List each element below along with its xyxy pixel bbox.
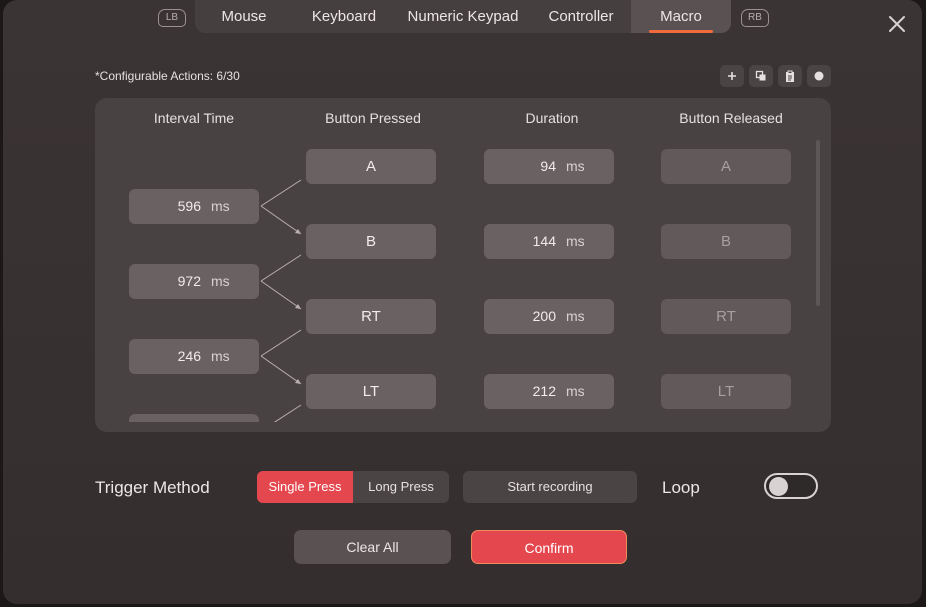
column-header-interval: Interval Time: [153, 110, 235, 126]
duration-value: 200: [532, 308, 556, 324]
loop-toggle[interactable]: [764, 473, 818, 499]
trigger-method-label: Trigger Method: [95, 478, 210, 497]
interval-cell[interactable]: [129, 414, 259, 422]
pressed-cell[interactable]: B: [306, 224, 436, 259]
interval-unit: ms: [211, 348, 230, 364]
interval-unit: ms: [211, 273, 230, 289]
clear-all-button[interactable]: Clear All: [294, 530, 451, 564]
duration-unit: ms: [566, 308, 585, 324]
start-recording-button[interactable]: Start recording: [463, 471, 637, 503]
macro-rows: A 94 ms A 596 ms B 144 ms B 972 ms RT 20…: [95, 140, 815, 422]
released-cell[interactable]: LT: [661, 374, 791, 409]
duration-cell[interactable]: 200 ms: [484, 299, 614, 334]
tab-mouse[interactable]: Mouse: [201, 0, 287, 33]
duration-cell[interactable]: 144 ms: [484, 224, 614, 259]
tab-numeric-keypad[interactable]: Numeric Keypad: [399, 0, 527, 33]
long-press-option[interactable]: Long Press: [353, 471, 449, 503]
paste-icon: [786, 70, 794, 82]
record-button[interactable]: [807, 65, 831, 87]
interval-cell[interactable]: 246 ms: [129, 339, 259, 374]
single-press-option[interactable]: Single Press: [257, 471, 353, 503]
rb-bumper-icon[interactable]: RB: [741, 9, 769, 27]
interval-value: 972: [177, 273, 201, 289]
duration-value: 144: [532, 233, 556, 249]
paste-action-button[interactable]: [778, 65, 802, 87]
interval-cell[interactable]: 596 ms: [129, 189, 259, 224]
tab-macro[interactable]: Macro: [631, 0, 731, 33]
record-dot-icon: [814, 71, 824, 81]
duration-unit: ms: [566, 158, 585, 174]
trigger-method-selector: Single Press Long Press: [257, 471, 449, 503]
active-tab-underline: [649, 30, 713, 33]
interval-cell[interactable]: 972 ms: [129, 264, 259, 299]
copy-icon: [755, 70, 766, 81]
pressed-cell[interactable]: RT: [306, 299, 436, 334]
pressed-cell[interactable]: A: [306, 149, 436, 184]
released-cell[interactable]: RT: [661, 299, 791, 334]
released-cell[interactable]: B: [661, 224, 791, 259]
interval-unit: ms: [211, 198, 230, 214]
table-scrollbar[interactable]: [816, 140, 820, 306]
confirm-button[interactable]: Confirm: [471, 530, 627, 564]
tab-controller[interactable]: Controller: [537, 0, 625, 33]
tab-macro-label: Macro: [660, 8, 702, 25]
duration-unit: ms: [566, 383, 585, 399]
column-header-pressed: Button Pressed: [325, 110, 421, 126]
duration-cell[interactable]: 94 ms: [484, 149, 614, 184]
add-action-button[interactable]: [720, 65, 744, 87]
duration-cell[interactable]: 212 ms: [484, 374, 614, 409]
duration-unit: ms: [566, 233, 585, 249]
tab-bar: Mouse Keyboard Numeric Keypad Controller…: [195, 0, 731, 33]
duration-value: 94: [540, 158, 556, 174]
released-cell[interactable]: A: [661, 149, 791, 184]
toggle-knob: [769, 477, 788, 496]
interval-value: 596: [177, 198, 201, 214]
column-header-released: Button Released: [679, 110, 783, 126]
configurable-actions-counter: *Configurable Actions: 6/30: [95, 69, 240, 83]
loop-label: Loop: [662, 478, 700, 497]
add-icon: [728, 72, 736, 80]
tab-keyboard[interactable]: Keyboard: [300, 0, 388, 33]
interval-value: 246: [177, 348, 201, 364]
pressed-cell[interactable]: LT: [306, 374, 436, 409]
copy-action-button[interactable]: [749, 65, 773, 87]
column-header-duration: Duration: [525, 110, 579, 126]
duration-value: 212: [532, 383, 556, 399]
lb-bumper-icon[interactable]: LB: [158, 9, 186, 27]
close-icon[interactable]: [884, 11, 910, 37]
